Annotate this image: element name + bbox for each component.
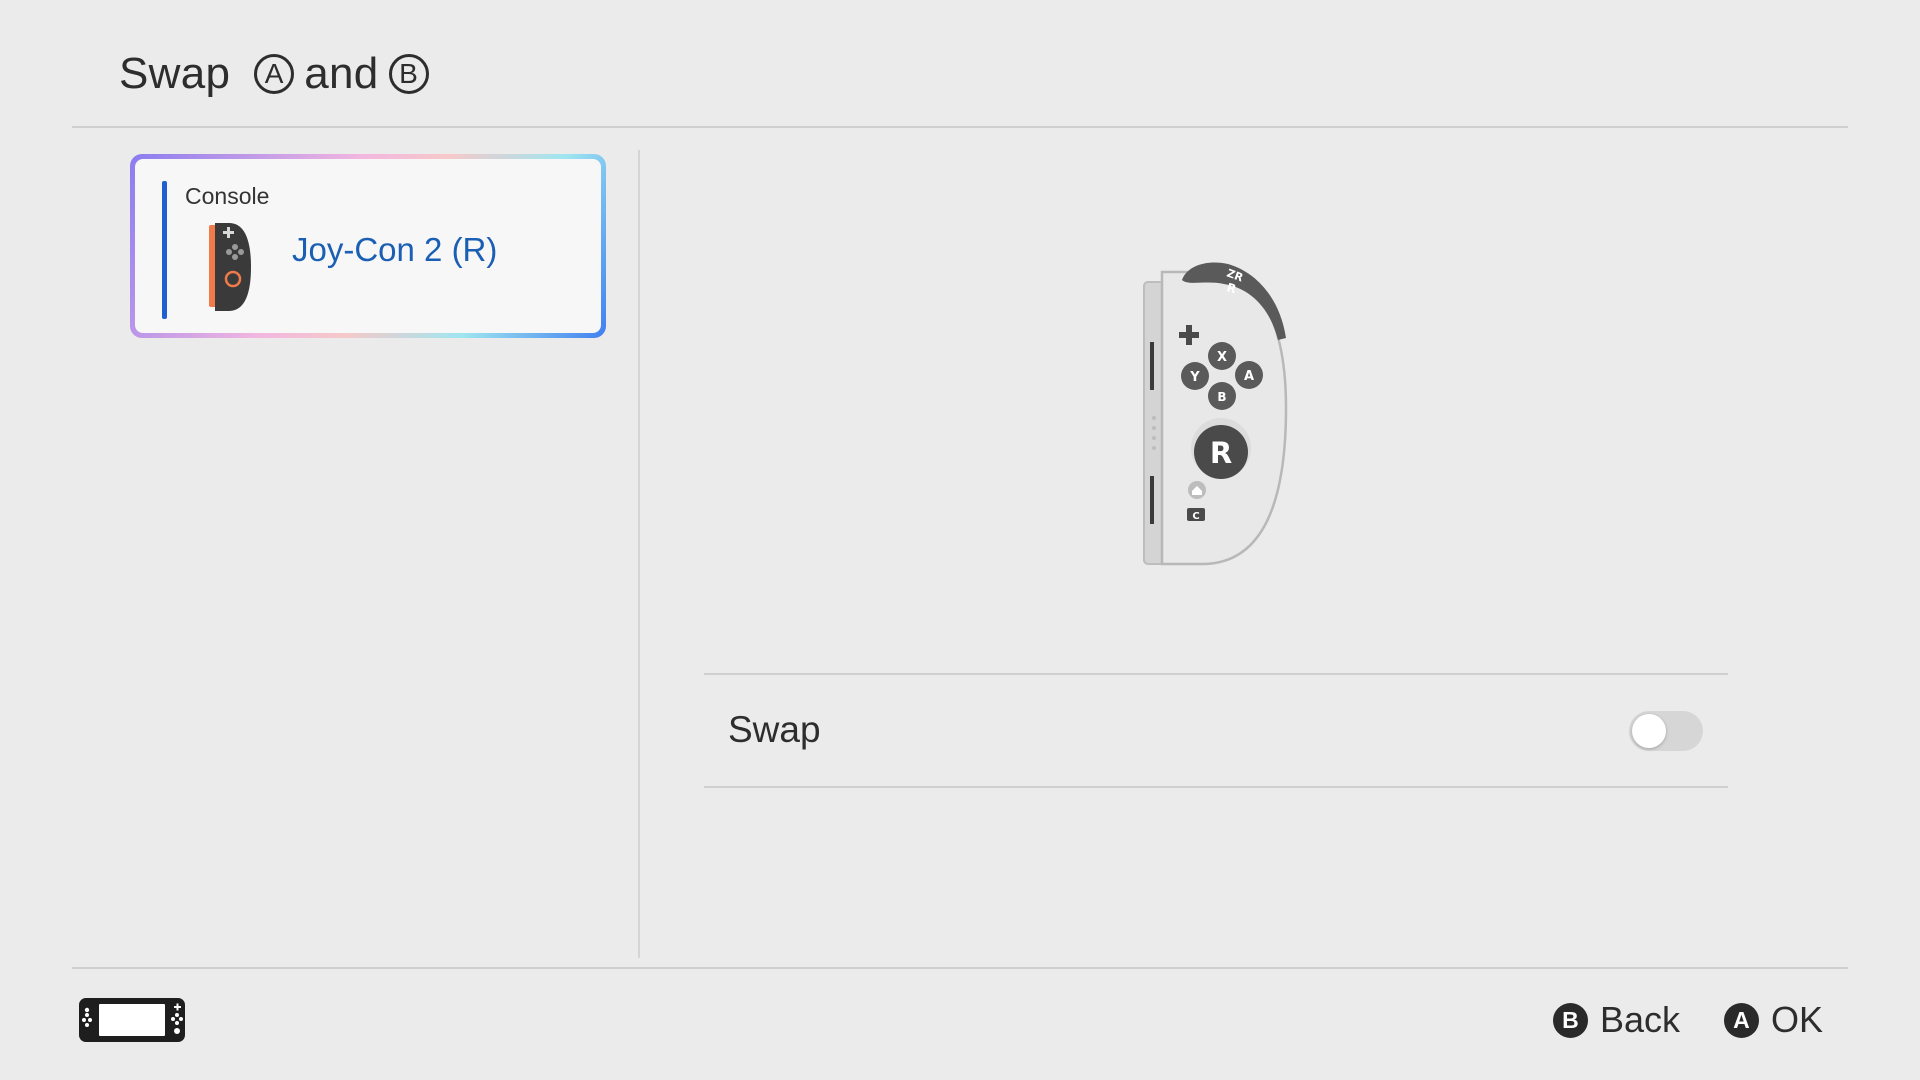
c-button-label: C — [1192, 511, 1199, 522]
header-divider — [72, 126, 1848, 128]
x-button-label: X — [1217, 350, 1227, 365]
footer-actions: B Back A OK — [1552, 996, 1823, 1044]
setting-row-divider-bottom — [704, 786, 1728, 788]
b-button-glyph-icon: B — [388, 54, 429, 94]
swap-setting-row[interactable]: Swap — [704, 675, 1728, 786]
b-button-label: B — [1217, 390, 1226, 404]
a-button-label: A — [1244, 369, 1254, 384]
console-icon — [79, 998, 185, 1042]
controller-group-label: Console — [185, 183, 270, 209]
stick-label: R — [1210, 436, 1232, 470]
panel-divider — [638, 150, 640, 958]
page-title: Swap A and B — [119, 46, 439, 102]
toggle-knob — [1632, 714, 1666, 748]
selection-accent-bar — [162, 181, 167, 319]
joycon-right-large-icon: ZR R X Y A B R C — [1143, 262, 1288, 566]
joycon-right-icon — [209, 223, 251, 311]
header: Swap A and B — [0, 0, 1920, 127]
a-button-icon: A — [1723, 1002, 1759, 1038]
ok-button[interactable]: A OK — [1723, 999, 1823, 1041]
a-button-glyph-icon: A — [254, 54, 295, 94]
y-button-label: Y — [1189, 370, 1200, 385]
title-prefix: Swap — [119, 49, 231, 98]
ok-label: OK — [1770, 999, 1823, 1040]
swap-toggle[interactable] — [1629, 711, 1703, 751]
controller-card[interactable]: Console Joy-Con 2 (R) — [130, 154, 606, 338]
back-button[interactable]: B Back — [1552, 999, 1680, 1041]
controller-card-body: Console Joy-Con 2 (R) — [135, 159, 601, 333]
title-middle: and — [304, 49, 379, 98]
back-label: Back — [1599, 999, 1680, 1040]
footer-divider — [72, 967, 1848, 969]
controller-name: Joy-Con 2 (R) — [292, 231, 498, 268]
b-button-icon: B — [1552, 1002, 1588, 1038]
swap-label: Swap — [728, 709, 821, 750]
